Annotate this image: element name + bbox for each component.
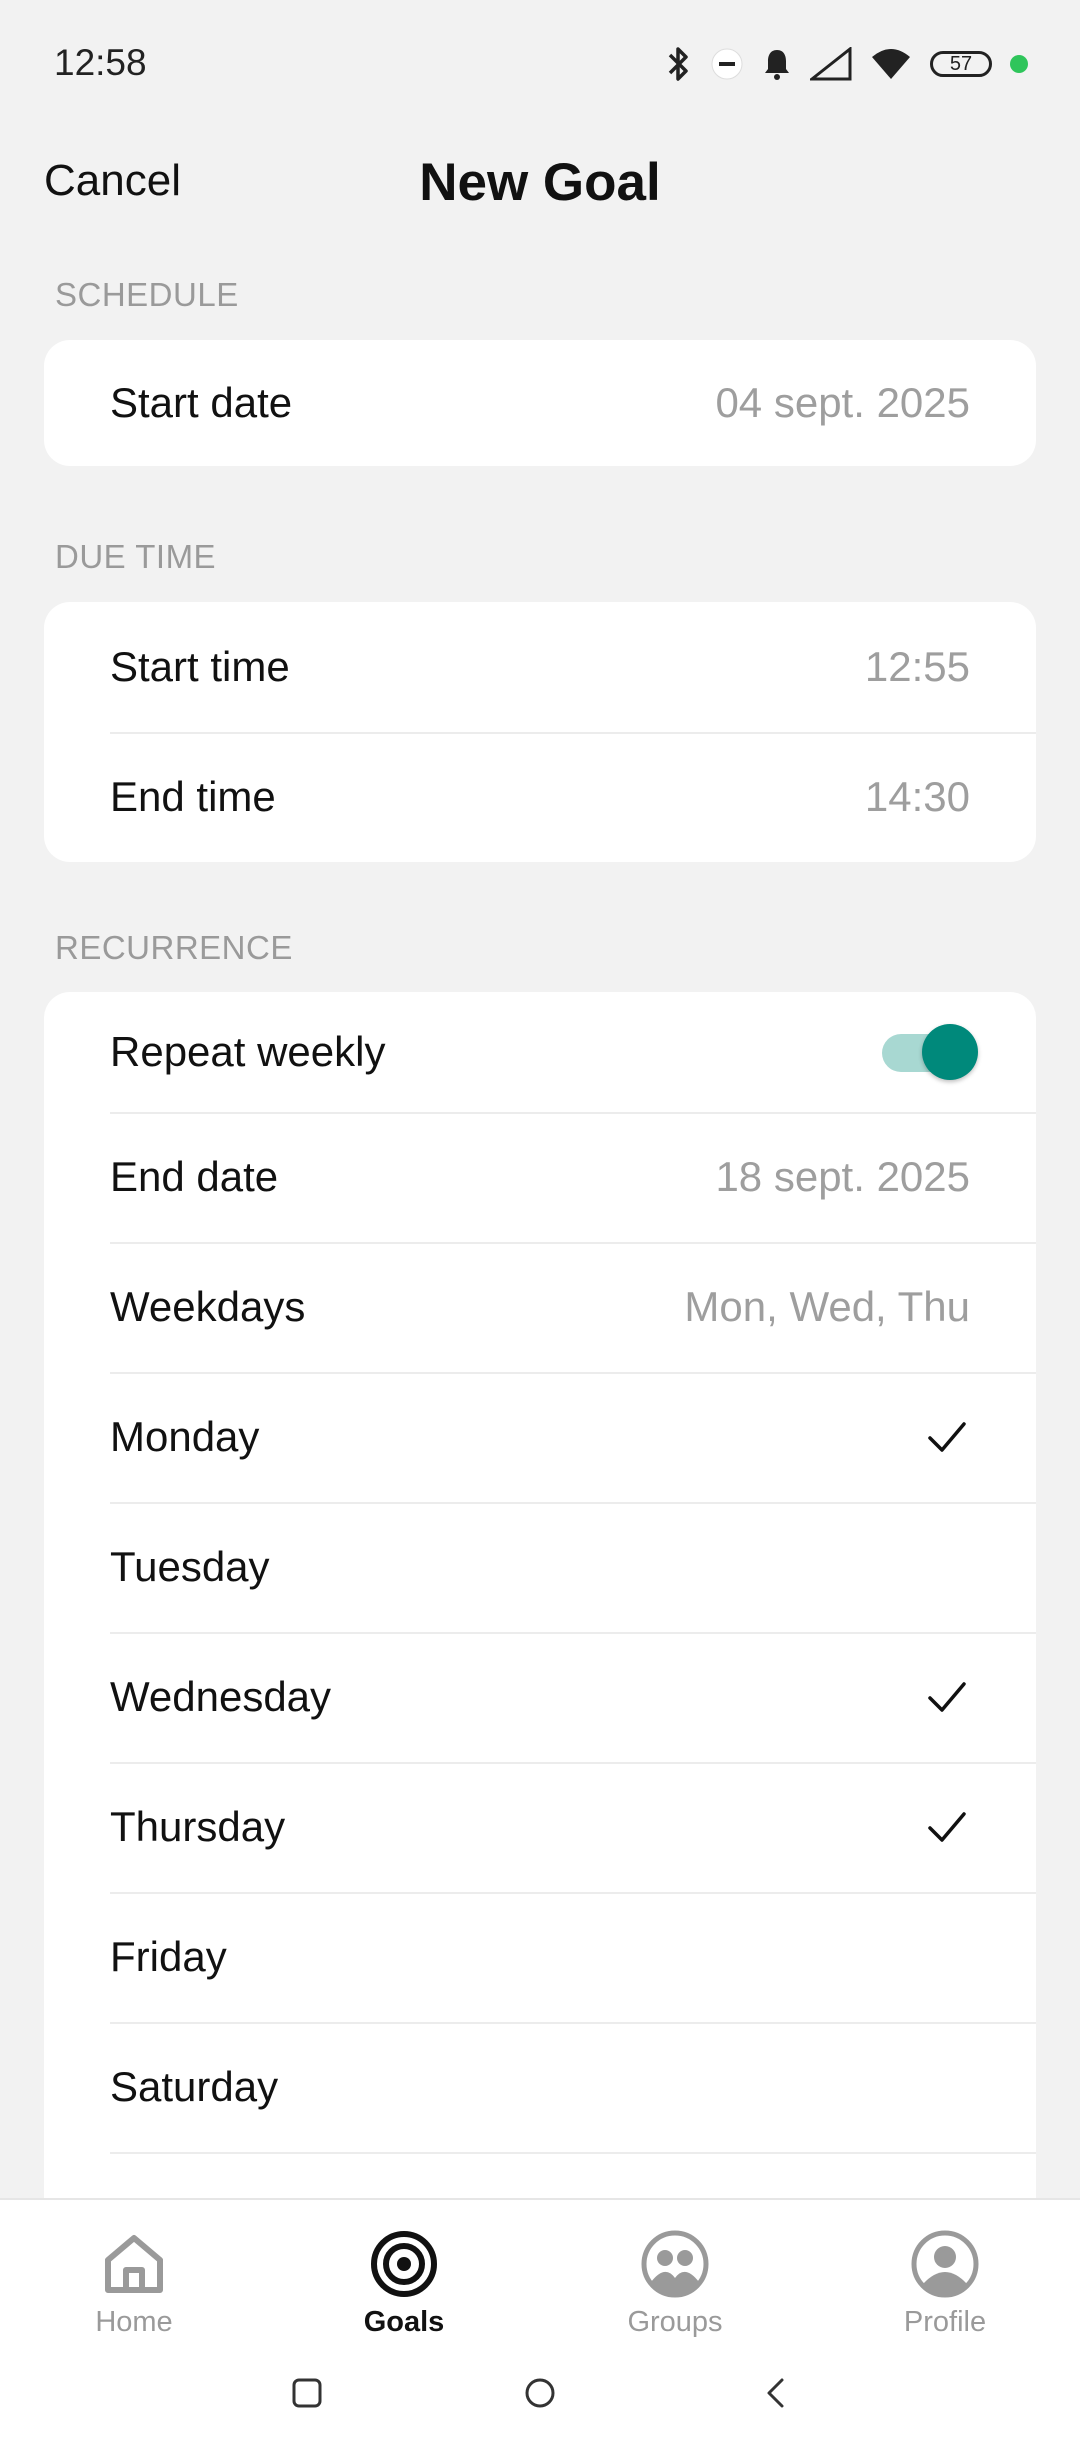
home-button-icon[interactable] xyxy=(523,2376,557,2410)
checkmark-icon xyxy=(928,1422,966,1452)
back-button-icon[interactable] xyxy=(760,2376,794,2410)
target-icon xyxy=(371,2231,437,2297)
start-time-row[interactable]: Start time 12:55 xyxy=(44,602,1036,732)
profile-icon xyxy=(911,2230,979,2298)
bell-icon xyxy=(765,50,789,80)
privacy-indicator-dot xyxy=(1010,55,1028,73)
tab-label: Groups xyxy=(627,2306,723,2338)
cancel-button[interactable]: Cancel xyxy=(44,156,181,206)
tab-label: Profile xyxy=(903,2306,987,2338)
battery-icon: 57 xyxy=(930,51,992,77)
day-row-wednesday[interactable]: Wednesday xyxy=(44,1632,1036,1762)
day-label: Monday xyxy=(110,1413,260,1460)
status-icons: 57 xyxy=(666,40,1028,88)
weekdays-label: Weekdays xyxy=(110,1283,306,1330)
tab-profile[interactable]: Profile xyxy=(845,2230,1045,2339)
groups-icon xyxy=(641,2230,709,2298)
toggle-knob xyxy=(922,1024,978,1080)
day-row-monday[interactable]: Monday xyxy=(44,1372,1036,1502)
battery-level: 57 xyxy=(949,52,973,75)
day-label: Saturday xyxy=(110,2063,279,2110)
weekdays-row[interactable]: Weekdays Mon, Wed, Thu xyxy=(44,1242,1036,1372)
day-label: Wednesday xyxy=(110,1673,332,1720)
tab-label: Goals xyxy=(363,2306,445,2338)
tab-label: Home xyxy=(95,2306,173,2338)
end-date-value: 18 sept. 2025 xyxy=(715,1153,970,1200)
status-time: 12:58 xyxy=(54,42,147,83)
tab-home[interactable]: Home xyxy=(34,2230,234,2339)
day-label: Friday xyxy=(110,1933,227,1980)
repeat-weekly-label: Repeat weekly xyxy=(110,1028,386,1075)
day-label: Tuesday xyxy=(110,1543,270,1590)
tab-goals[interactable]: Goals xyxy=(304,2230,504,2339)
bluetooth-icon xyxy=(668,47,688,81)
dnd-icon xyxy=(711,48,743,80)
start-time-label: Start time xyxy=(110,643,290,690)
system-nav-bar xyxy=(0,2376,1080,2426)
nav-header: New Goal Cancel xyxy=(0,140,1080,224)
signal-icon xyxy=(810,47,852,81)
end-date-row[interactable]: End date 18 sept. 2025 xyxy=(44,1112,1036,1242)
start-date-label: Start date xyxy=(110,379,293,426)
wifi-icon xyxy=(872,49,910,79)
start-date-value: 04 sept. 2025 xyxy=(715,379,970,426)
repeat-weekly-row: Repeat weekly xyxy=(44,992,1036,1112)
end-date-label: End date xyxy=(110,1153,279,1200)
section-label-due-time: DUE TIME xyxy=(55,538,217,575)
recents-button-icon[interactable] xyxy=(290,2376,324,2410)
recurrence-card: Repeat weekly End date 18 sept. 2025 Wee… xyxy=(44,992,1036,2242)
section-label-schedule: SCHEDULE xyxy=(55,276,239,313)
weekdays-value: Mon, Wed, Thu xyxy=(684,1283,970,1330)
bottom-tab-bar: Home Goals Groups Profile xyxy=(0,2198,1080,2462)
start-date-row[interactable]: Start date 04 sept. 2025 xyxy=(44,340,1036,466)
checkmark-icon xyxy=(928,1812,966,1842)
day-label: Thursday xyxy=(110,1803,286,1850)
schedule-card: Start date 04 sept. 2025 xyxy=(44,340,1036,466)
end-time-row[interactable]: End time 14:30 xyxy=(44,732,1036,862)
home-icon xyxy=(105,2235,163,2293)
repeat-weekly-toggle[interactable] xyxy=(882,1024,978,1080)
section-label-recurrence: RECURRENCE xyxy=(55,929,293,966)
day-row-saturday[interactable]: Saturday xyxy=(44,2022,1036,2152)
due-time-card: Start time 12:55 End time 14:30 xyxy=(44,602,1036,862)
status-bar: 12:58 57 xyxy=(0,0,1080,128)
tab-groups[interactable]: Groups xyxy=(575,2230,775,2339)
end-time-label: End time xyxy=(110,773,276,820)
end-time-value: 14:30 xyxy=(864,773,970,820)
day-row-thursday[interactable]: Thursday xyxy=(44,1762,1036,1892)
checkmark-icon xyxy=(928,1682,966,1712)
day-row-friday[interactable]: Friday xyxy=(44,1892,1036,2022)
day-row-tuesday[interactable]: Tuesday xyxy=(44,1502,1036,1632)
start-time-value: 12:55 xyxy=(864,643,970,690)
